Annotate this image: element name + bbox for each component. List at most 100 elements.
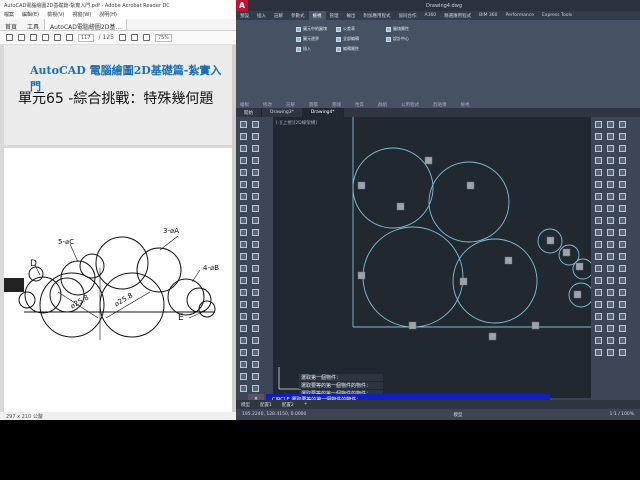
tool-icon[interactable] xyxy=(240,265,247,272)
tool-icon[interactable] xyxy=(240,253,247,260)
grip[interactable] xyxy=(504,256,513,265)
tool-icon[interactable] xyxy=(252,337,259,344)
ribbon-tab-manage[interactable]: 管理 xyxy=(326,11,343,20)
grip[interactable] xyxy=(531,321,540,330)
tool-icon[interactable] xyxy=(607,157,614,164)
grip[interactable] xyxy=(575,262,584,271)
status-scale[interactable]: 1:1 / 100% xyxy=(610,412,634,417)
tool-icon[interactable] xyxy=(595,181,602,188)
tool-icon[interactable] xyxy=(607,181,614,188)
add-layout-button[interactable]: + xyxy=(299,400,313,409)
ribbon-tab-default[interactable]: 預設 xyxy=(236,11,253,20)
status-mode[interactable]: 模型 xyxy=(453,412,462,418)
tool-icon[interactable] xyxy=(619,205,626,212)
tool-icon[interactable] xyxy=(240,277,247,284)
grip[interactable] xyxy=(546,236,555,245)
tool-icon[interactable] xyxy=(607,169,614,176)
ribbon-button[interactable]: 圖元邊界 xyxy=(296,36,319,42)
cad-circle[interactable] xyxy=(362,226,464,328)
tool-icon[interactable] xyxy=(252,301,259,308)
cad-circle[interactable] xyxy=(428,161,510,243)
tool-icon[interactable] xyxy=(619,169,626,176)
tool-icon[interactable] xyxy=(619,181,626,188)
grip[interactable] xyxy=(396,202,405,211)
tool-icon[interactable] xyxy=(240,217,247,224)
tool-icon[interactable] xyxy=(252,145,259,152)
tool-icon[interactable] xyxy=(595,325,602,332)
ribbon-tab-insert[interactable]: 插入 xyxy=(253,11,270,20)
tool-icon[interactable] xyxy=(252,313,259,320)
drawing-viewport[interactable]: [-][上視][2D線架構] xyxy=(273,117,591,398)
ribbon-button[interactable]: 圖塊屬性 xyxy=(386,26,409,32)
tool-icon[interactable] xyxy=(619,277,626,284)
ribbon-tab-annotate[interactable]: 註解 xyxy=(270,11,287,20)
tool-icon[interactable] xyxy=(252,169,259,176)
tool-icon[interactable] xyxy=(240,349,247,356)
tool-icon[interactable] xyxy=(252,325,259,332)
tool-icon[interactable] xyxy=(595,205,602,212)
tool-icon[interactable] xyxy=(595,169,602,176)
tool-icon[interactable] xyxy=(619,349,626,356)
grip[interactable] xyxy=(466,181,475,190)
ribbon-tab-output[interactable]: 輸出 xyxy=(343,11,360,20)
grip[interactable] xyxy=(357,271,366,280)
grip[interactable] xyxy=(562,248,571,257)
ribbon-tab-featured[interactable]: 精選應用程式 xyxy=(440,11,475,20)
tool-icon[interactable] xyxy=(240,205,247,212)
tool-icon[interactable] xyxy=(607,253,614,260)
tool-icon[interactable] xyxy=(619,193,626,200)
tool-icon[interactable] xyxy=(619,337,626,344)
tool-icon[interactable] xyxy=(240,289,247,296)
tool-icon[interactable] xyxy=(607,205,614,212)
tool-icon[interactable] xyxy=(595,157,602,164)
grip[interactable] xyxy=(488,332,497,341)
tool-icon[interactable] xyxy=(240,193,247,200)
tool-icon[interactable] xyxy=(619,313,626,320)
tool-icon[interactable] xyxy=(252,133,259,140)
tool-icon[interactable] xyxy=(595,121,602,128)
tool-icon[interactable] xyxy=(619,133,626,140)
ribbon-tab-bim360[interactable]: BIM 360 xyxy=(475,11,501,20)
tool-icon[interactable] xyxy=(240,121,247,128)
tool-icon[interactable] xyxy=(252,385,259,392)
tool-icon[interactable] xyxy=(252,349,259,356)
tool-icon[interactable] xyxy=(607,289,614,296)
tool-icon[interactable] xyxy=(607,229,614,236)
tool-icon[interactable] xyxy=(607,121,614,128)
tool-icon[interactable] xyxy=(595,229,602,236)
tool-icon[interactable] xyxy=(240,241,247,248)
tool-icon[interactable] xyxy=(607,265,614,272)
tool-icon[interactable] xyxy=(252,217,259,224)
tool-icon[interactable] xyxy=(607,313,614,320)
ribbon-button[interactable]: 圖元中的圖塊 xyxy=(296,26,327,32)
tool-icon[interactable] xyxy=(252,205,259,212)
tool-icon[interactable] xyxy=(595,133,602,140)
tool-icon[interactable] xyxy=(240,229,247,236)
tool-icon[interactable] xyxy=(240,313,247,320)
file-tab-start[interactable]: 開始 xyxy=(236,108,262,117)
cad-drawing[interactable] xyxy=(273,117,591,398)
tool-icon[interactable] xyxy=(252,277,259,284)
tool-icon[interactable] xyxy=(607,337,614,344)
tool-icon[interactable] xyxy=(240,145,247,152)
grip[interactable] xyxy=(408,321,417,330)
tool-icon[interactable] xyxy=(252,373,259,380)
tool-icon[interactable] xyxy=(595,349,602,356)
tool-icon[interactable] xyxy=(252,193,259,200)
tool-icon[interactable] xyxy=(595,301,602,308)
tab-layout1[interactable]: 配置1 xyxy=(255,400,277,409)
file-tab-drawing3[interactable]: Drawing3* xyxy=(262,108,303,117)
tool-icon[interactable] xyxy=(240,133,247,140)
ribbon-button[interactable]: 插入 xyxy=(296,46,311,52)
tool-icon[interactable] xyxy=(595,145,602,152)
ribbon-button[interactable]: 全部編輯 xyxy=(336,36,359,42)
tool-icon[interactable] xyxy=(619,229,626,236)
tab-layout2[interactable]: 配置2 xyxy=(277,400,299,409)
tool-icon[interactable] xyxy=(252,241,259,248)
tool-icon[interactable] xyxy=(252,121,259,128)
grip[interactable] xyxy=(459,277,468,286)
tool-icon[interactable] xyxy=(595,265,602,272)
ribbon-button[interactable]: 公差表 xyxy=(336,26,355,32)
tool-icon[interactable] xyxy=(607,217,614,224)
tool-icon[interactable] xyxy=(619,145,626,152)
